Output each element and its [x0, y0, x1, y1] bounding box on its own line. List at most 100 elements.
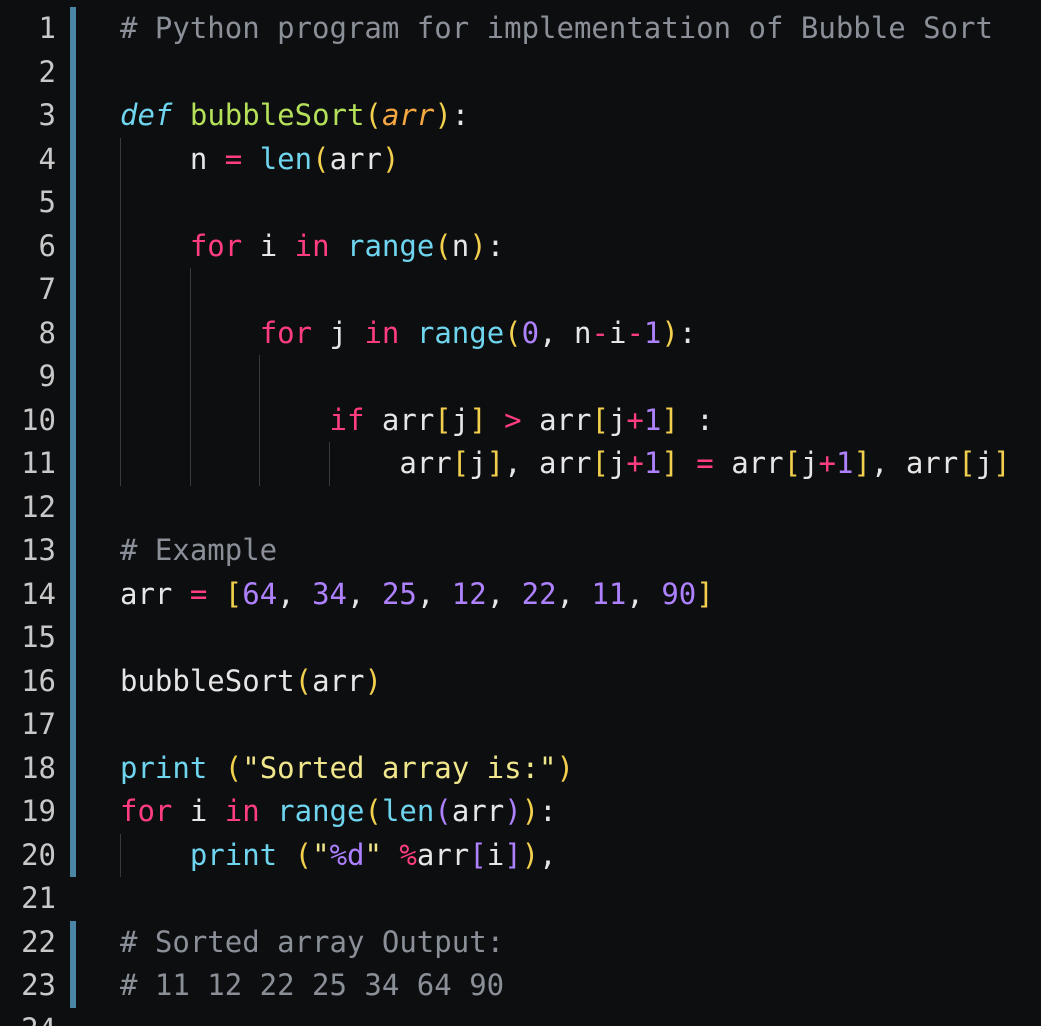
code-token: arr	[329, 141, 382, 176]
code-line[interactable]: 24	[0, 1008, 1041, 1026]
code-token: len	[259, 141, 313, 176]
code-line[interactable]: 21	[0, 877, 1041, 921]
code-token: ,	[556, 576, 592, 611]
code-line[interactable]: 11 arr[j], arr[j+1] = arr[j+1], arr[j]	[0, 442, 1041, 486]
code-token: ,	[277, 576, 313, 611]
line-code: arr = [64, 34, 25, 12, 22, 11, 90]	[120, 573, 714, 617]
code-token: ,	[539, 837, 557, 872]
code-token: in	[224, 794, 260, 828]
code-line[interactable]: 4 n = len(arr)	[0, 138, 1041, 182]
code-line[interactable]: 17	[0, 703, 1041, 747]
code-line[interactable]: 13 # Example	[0, 529, 1041, 573]
code-token: arr	[120, 576, 190, 611]
code-line[interactable]: 23 # 11 12 22 25 34 64 90	[0, 964, 1041, 1008]
code-line[interactable]: 9	[0, 355, 1041, 399]
code-token: [	[783, 446, 802, 480]
line-number: 20	[21, 837, 56, 872]
line-code: for j in range(0, n-i-1):	[120, 312, 697, 356]
code-token: [	[469, 837, 487, 872]
code-token: arr	[120, 446, 452, 480]
code-line[interactable]: 5	[0, 181, 1041, 225]
code-token: ]	[993, 446, 1011, 480]
code-token: 22	[521, 576, 557, 611]
code-line[interactable]: 2	[0, 51, 1041, 95]
code-line[interactable]: 16 bubbleSort(arr)	[0, 660, 1041, 704]
code-line[interactable]: 10 if arr[j] > arr[j+1] :	[0, 399, 1041, 443]
code-token: for	[120, 794, 173, 828]
line-number: 23	[21, 968, 56, 1002]
code-token: 90	[661, 576, 697, 611]
code-token: arr	[713, 446, 784, 480]
line-number: 10	[21, 402, 56, 437]
line-code: # Sorted array Output:	[120, 921, 504, 965]
code-token: :	[539, 794, 557, 828]
code-token: >	[504, 402, 522, 437]
code-token: (	[504, 315, 522, 350]
line-number: 12	[21, 489, 56, 524]
line-number: 2	[38, 54, 56, 89]
line-number: 3	[38, 98, 56, 132]
line-code: def bubbleSort(arr):	[120, 94, 469, 138]
code-line[interactable]: 15	[0, 616, 1041, 660]
code-token: (	[224, 750, 243, 785]
code-line[interactable]: 3 def bubbleSort(arr):	[0, 94, 1041, 138]
code-token: ]	[486, 446, 505, 480]
code-token: range	[416, 315, 505, 350]
code-token: "	[364, 837, 400, 872]
line-code: bubbleSort(arr)	[120, 660, 382, 704]
code-token: )	[661, 315, 679, 350]
code-token: in	[294, 228, 330, 263]
code-token: %d	[329, 837, 365, 872]
code-token: i	[242, 228, 295, 263]
code-line[interactable]: 19 for i in range(len(arr)):	[0, 790, 1041, 834]
code-token: i	[486, 837, 505, 872]
code-editor[interactable]: 1 # Python program for implementation of …	[0, 0, 1041, 1026]
code-token: arr	[381, 98, 435, 132]
code-token: # Python program for implementation of B…	[120, 11, 993, 45]
code-line[interactable]: 18 print ("Sorted array is:")	[0, 747, 1041, 791]
code-token: (	[364, 98, 382, 132]
code-token: print	[189, 837, 278, 872]
code-line[interactable]: 7	[0, 268, 1041, 312]
code-token: [	[591, 402, 609, 437]
line-number: 7	[38, 272, 56, 306]
code-token: =	[224, 141, 243, 176]
line-number: 4	[38, 141, 56, 176]
code-line[interactable]: 8 for j in range(0, n-i-1):	[0, 312, 1041, 356]
code-line[interactable]: 6 for i in range(n):	[0, 225, 1041, 269]
code-token: 1	[643, 315, 662, 350]
code-line[interactable]: 22 # Sorted array Output:	[0, 921, 1041, 965]
code-token: 11	[591, 576, 627, 611]
code-token: (	[294, 663, 313, 698]
code-token: 64	[242, 576, 278, 611]
code-line[interactable]: 1 # Python program for implementation of …	[0, 7, 1041, 51]
code-line[interactable]: 20 print ("%d" %arr[i]),	[0, 834, 1041, 878]
code-token: [	[451, 446, 470, 480]
line-number: 17	[21, 707, 56, 741]
line-code: print ("%d" %arr[i]),	[120, 834, 557, 878]
code-token: )	[469, 228, 487, 263]
code-line[interactable]: 12	[0, 486, 1041, 530]
code-token: n	[451, 228, 470, 263]
line-number: 22	[21, 924, 56, 959]
code-token: ]	[696, 576, 714, 611]
code-token: :	[486, 228, 505, 263]
code-token: arr	[312, 663, 365, 698]
code-token: %	[399, 837, 417, 872]
code-token: i	[172, 794, 225, 828]
code-token: )	[504, 794, 522, 828]
code-line[interactable]: 14 arr = [64, 34, 25, 12, 22, 11, 90]	[0, 573, 1041, 617]
code-token: )	[521, 837, 540, 872]
code-token: bubbleSort	[120, 663, 295, 698]
code-token: )	[364, 663, 382, 698]
code-token: :	[678, 402, 714, 437]
code-token: (	[312, 141, 330, 176]
code-token: :	[678, 315, 697, 350]
code-token: -	[591, 315, 609, 350]
